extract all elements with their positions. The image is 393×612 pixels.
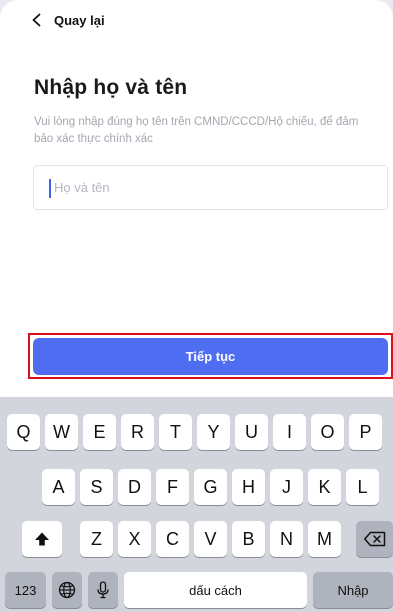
key[interactable]: Y: [197, 414, 230, 450]
back-button[interactable]: Quay lại: [30, 5, 105, 35]
key[interactable]: T: [159, 414, 192, 450]
on-screen-keyboard: Q W E R T Y U I O P A S D F G H J K L Z …: [0, 397, 393, 612]
delete-key[interactable]: [356, 521, 393, 557]
microphone-icon: [97, 581, 109, 599]
page-title: Nhập họ và tên: [34, 76, 188, 99]
key[interactable]: U: [235, 414, 268, 450]
key[interactable]: C: [156, 521, 189, 557]
microphone-key[interactable]: [88, 572, 118, 608]
key[interactable]: W: [45, 414, 78, 450]
return-key[interactable]: Nhập: [313, 572, 393, 608]
key[interactable]: Z: [80, 521, 113, 557]
key[interactable]: O: [311, 414, 344, 450]
space-key[interactable]: dấu cách: [124, 572, 307, 608]
shift-arrow-icon: [35, 532, 49, 546]
globe-icon: [58, 581, 76, 599]
name-input[interactable]: [54, 166, 374, 209]
key[interactable]: D: [118, 469, 151, 505]
key[interactable]: R: [121, 414, 154, 450]
key[interactable]: L: [346, 469, 379, 505]
key[interactable]: I: [273, 414, 306, 450]
back-label: Quay lại: [54, 12, 105, 28]
key[interactable]: K: [308, 469, 341, 505]
key[interactable]: V: [194, 521, 227, 557]
shift-key[interactable]: [22, 521, 62, 557]
key[interactable]: X: [118, 521, 151, 557]
backspace-icon: [363, 531, 385, 547]
text-caret: [49, 179, 51, 198]
screen: Quay lại Nhập họ và tên Vui lòng nhập đú…: [0, 0, 393, 612]
top-bar: Quay lại: [0, 0, 393, 40]
key[interactable]: P: [349, 414, 382, 450]
key[interactable]: B: [232, 521, 265, 557]
numbers-key[interactable]: 123: [5, 572, 46, 608]
key[interactable]: F: [156, 469, 189, 505]
key[interactable]: J: [270, 469, 303, 505]
key[interactable]: H: [232, 469, 265, 505]
chevron-left-icon: [32, 13, 41, 27]
key[interactable]: M: [308, 521, 341, 557]
key[interactable]: S: [80, 469, 113, 505]
key[interactable]: N: [270, 521, 303, 557]
globe-key[interactable]: [52, 572, 82, 608]
page-subtitle: Vui lòng nhập đúng họ tên trên CMND/CCCD…: [34, 116, 359, 145]
name-field[interactable]: [33, 165, 388, 210]
key[interactable]: A: [42, 469, 75, 505]
key[interactable]: E: [83, 414, 116, 450]
key[interactable]: Q: [7, 414, 40, 450]
key[interactable]: G: [194, 469, 227, 505]
continue-button[interactable]: Tiếp tục: [33, 338, 388, 375]
